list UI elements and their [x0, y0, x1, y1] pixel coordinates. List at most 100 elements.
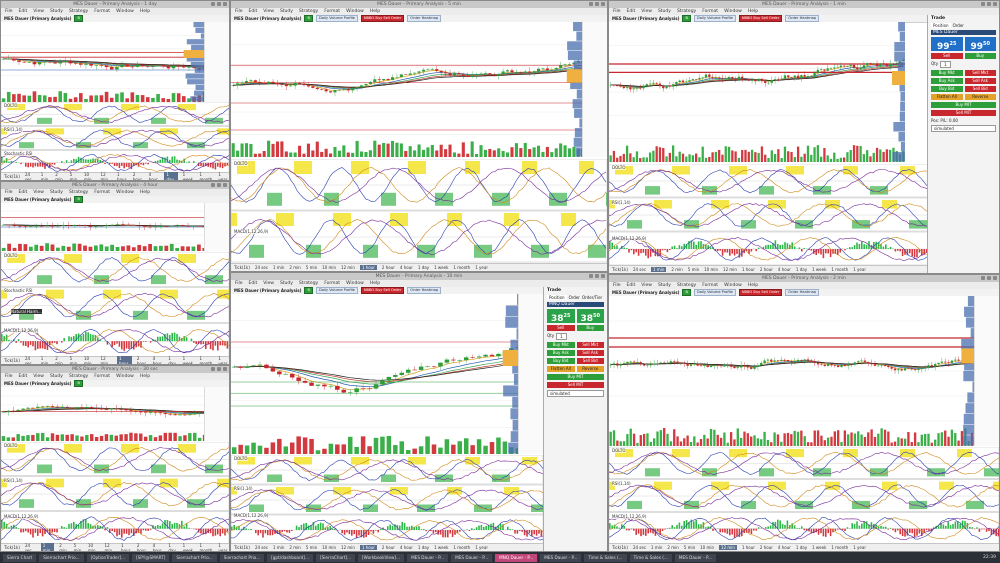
timeframe-4-hour[interactable]: 4 hour: [400, 545, 413, 550]
timeframe-1-hour[interactable]: 1 hour: [117, 172, 128, 181]
menu-view[interactable]: View: [33, 9, 44, 14]
timeframe-1-day[interactable]: 1 day: [796, 545, 807, 550]
window-controls[interactable]: [211, 367, 227, 371]
timeframe-1-week[interactable]: 1 week: [183, 543, 195, 552]
flatten-all-button[interactable]: Flatten All: [547, 366, 575, 372]
timeframe-4-hour[interactable]: 4 hour: [400, 265, 413, 270]
timeframe-tick-1k-[interactable]: Tick(1k): [4, 545, 20, 550]
timeframe-1-min[interactable]: 1 min: [273, 545, 284, 550]
timeframe-12-min[interactable]: 12 min: [105, 543, 117, 552]
maximize-icon[interactable]: [595, 274, 599, 278]
tab-position[interactable]: Position: [547, 295, 567, 300]
close-icon[interactable]: [993, 276, 997, 280]
buy-mit-button[interactable]: Buy MIT: [547, 374, 604, 380]
menu-window[interactable]: Window: [724, 9, 742, 14]
nbbo-order-button[interactable]: NBBO Buy Sell Order: [738, 289, 783, 296]
menu-strategy[interactable]: Strategy: [299, 9, 318, 14]
taskbar-item[interactable]: MES Dauer - P...: [674, 553, 716, 562]
timeframe-2-min[interactable]: 2 min: [289, 265, 300, 270]
menu-format[interactable]: Format: [94, 9, 110, 14]
menu-format[interactable]: Format: [94, 374, 110, 379]
buy-indicator-button[interactable]: B: [682, 15, 691, 22]
menu-study[interactable]: Study: [50, 9, 63, 14]
menu-strategy[interactable]: Strategy: [677, 283, 696, 288]
timeframe-2-hour[interactable]: 2 hour: [760, 267, 773, 272]
timeframe-24-sec[interactable]: 24 sec: [633, 545, 646, 550]
timeframe-10-min[interactable]: 10 min: [704, 267, 718, 272]
tab-order[interactable]: Order: [953, 23, 964, 28]
menu-edit[interactable]: Edit: [249, 9, 258, 14]
ask-price-button[interactable]: 9950: [964, 37, 996, 52]
menu-help[interactable]: Help: [140, 9, 150, 14]
menu-view[interactable]: View: [641, 9, 652, 14]
timeframe-10-min[interactable]: 10 min: [322, 545, 336, 550]
buy-ask-button[interactable]: Buy Ask: [547, 350, 575, 356]
timeframe-2-hour[interactable]: 2 hour: [137, 543, 148, 552]
menu-window[interactable]: Window: [724, 283, 742, 288]
taskbar-item[interactable]: Time & Sales (...: [629, 553, 672, 562]
buy-bid-button[interactable]: Buy Bid: [931, 86, 963, 92]
tab-order-tier[interactable]: Order/Tier: [582, 295, 602, 300]
price-chart[interactable]: [1, 22, 207, 102]
timeframe-24-sec[interactable]: 24 sec: [25, 543, 36, 552]
window-controls[interactable]: [589, 2, 605, 6]
sell-mit-button[interactable]: Sell MIT: [547, 382, 604, 388]
menu-strategy[interactable]: Strategy: [69, 374, 88, 379]
taskbar-item[interactable]: Time & Sales (...: [584, 553, 627, 562]
timeframe-1-hour[interactable]: 1 hour: [117, 355, 132, 364]
buy-mit-button[interactable]: Buy MIT: [931, 102, 996, 108]
timeframe-tick-1k-[interactable]: Tick(1k): [612, 545, 628, 550]
sell-mkt-button[interactable]: Sell Mkt: [576, 342, 604, 348]
timeframe-tick-1k-[interactable]: Tick(1k): [4, 358, 20, 363]
timeframe-1-week[interactable]: 1 week: [812, 545, 826, 550]
buy-button[interactable]: Buy: [964, 53, 996, 59]
menu-format[interactable]: Format: [324, 9, 340, 14]
timeframe-4-hour[interactable]: 4 hour: [149, 172, 160, 181]
timeframe-2-min[interactable]: 2 min: [671, 267, 682, 272]
minimize-icon[interactable]: [981, 276, 985, 280]
taskbar-item[interactable]: MES Dauer - P...: [451, 553, 493, 562]
menu-file[interactable]: File: [235, 281, 243, 286]
maximize-icon[interactable]: [217, 367, 221, 371]
timeframe-1-year[interactable]: 1 year: [853, 267, 866, 272]
account-select[interactable]: simulated: [547, 390, 604, 397]
price-chart[interactable]: [609, 22, 905, 162]
bid-price-button[interactable]: 9925: [931, 37, 963, 52]
buy-button[interactable]: Buy: [576, 325, 604, 331]
minimize-icon[interactable]: [981, 2, 985, 6]
minimize-icon[interactable]: [589, 2, 593, 6]
timeframe-2-min[interactable]: 2 min: [667, 545, 678, 550]
menu-format[interactable]: Format: [94, 190, 110, 195]
account-select[interactable]: simulated: [931, 125, 996, 132]
menu-format[interactable]: Format: [702, 283, 718, 288]
menu-window[interactable]: Window: [346, 9, 364, 14]
close-icon[interactable]: [993, 2, 997, 6]
close-icon[interactable]: [601, 274, 605, 278]
menu-window[interactable]: Window: [116, 190, 134, 195]
timeframe-4-hour[interactable]: 4 hour: [153, 543, 164, 552]
qty-input[interactable]: 1: [940, 61, 951, 68]
menu-help[interactable]: Help: [140, 190, 150, 195]
daily-volume-profile-button[interactable]: Daily Volume Profile: [315, 287, 358, 294]
chart-window-2[interactable]: MES Dauer - Primary Analysis - 5 min Fil…: [230, 0, 608, 272]
sell-ask-button[interactable]: Sell Ask: [964, 78, 996, 84]
daily-volume-profile-button[interactable]: Daily Volume Profile: [693, 15, 736, 22]
timeframe-5-min[interactable]: 5 min: [306, 545, 317, 550]
menu-file[interactable]: File: [5, 190, 13, 195]
timeframe-1-hour[interactable]: 1 hour: [359, 545, 377, 550]
timeframe-10-min[interactable]: 10 min: [700, 545, 714, 550]
sell-mkt-button[interactable]: Sell Mkt: [964, 70, 996, 76]
timeframe-2-hour[interactable]: 2 hour: [133, 172, 144, 181]
reverse-button[interactable]: Reverse: [964, 94, 996, 100]
buy-indicator-button[interactable]: B: [74, 196, 83, 203]
menu-study[interactable]: Study: [280, 9, 293, 14]
menu-strategy[interactable]: Strategy: [69, 9, 88, 14]
menu-format[interactable]: Format: [324, 281, 340, 286]
timeframe-1-min[interactable]: 1 min: [651, 545, 662, 550]
maximize-icon[interactable]: [987, 276, 991, 280]
chart-window-1[interactable]: MES Dauer - Primary Analysis - 1 day Fil…: [0, 0, 230, 181]
buy-mkt-button[interactable]: Buy Mkt: [931, 70, 963, 76]
buy-indicator-button[interactable]: B: [304, 15, 313, 22]
timeframe-10-min[interactable]: 10 min: [84, 172, 96, 181]
timeframe-1-year[interactable]: 1 year: [218, 356, 229, 365]
